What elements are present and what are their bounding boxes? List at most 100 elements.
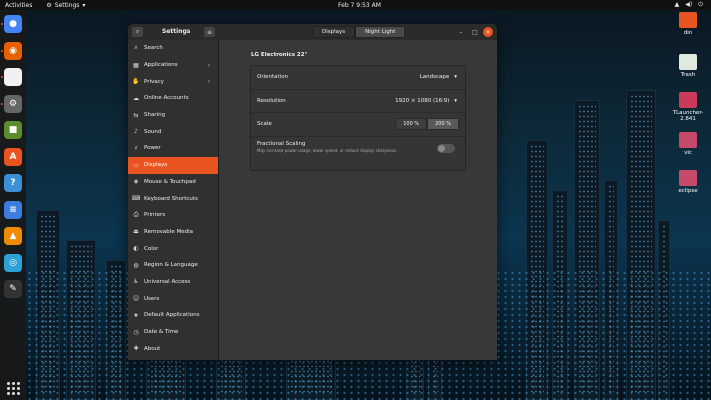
scale-label: Scale — [257, 121, 272, 128]
sidebar-item-label: Color — [144, 245, 159, 252]
header-bar: ⌕ Settings ≡ Displays Night Light – □ × — [128, 24, 497, 41]
firefox-icon[interactable]: ◉ — [4, 41, 22, 60]
sidebar-item-printers[interactable]: ⎙ Printers — [128, 207, 218, 224]
desktop-icon-label: TLauncher-2.841 — [672, 110, 704, 122]
sidebar-item-online-accounts[interactable]: ☁ Online Accounts — [128, 90, 218, 107]
sidebar-item-removable-media[interactable]: ⏏ Removable Media — [128, 224, 218, 241]
resolution-label: Resolution — [257, 97, 286, 104]
sidebar-item-label: Region & Language — [144, 262, 198, 269]
vlc-icon[interactable]: ▲ — [4, 227, 22, 245]
sidebar-item-icon: ⌕ — [134, 44, 138, 52]
desktop-icon[interactable]: TLauncher-2.841 — [668, 92, 708, 122]
sidebar-item-keyboard-shortcuts[interactable]: ⌨ Keyboard Shortcuts — [128, 190, 218, 207]
sidebar-item-region-language[interactable]: ◍ Region & Language — [128, 257, 218, 274]
fractional-scaling-label: Fractional Scaling — [257, 140, 306, 147]
sidebar-item-icon: ⎙ — [133, 211, 139, 219]
sidebar-item-label: Sharing — [144, 112, 166, 119]
sidebar-item-displays[interactable]: ▭ Displays — [128, 156, 218, 174]
sidebar-item-icon: ▦ — [133, 61, 139, 69]
system-tray[interactable]: ▲ ◀) ⏻ — [675, 1, 703, 9]
orientation-value: Landscape — [419, 74, 450, 81]
resolution-row[interactable]: Resolution 1920 × 1080 (16∶9) ▾ — [251, 90, 465, 113]
sidebar-item-icon: ⇆ — [133, 111, 139, 119]
sidebar-item-search[interactable]: ⌕ Search — [128, 40, 218, 57]
desktop-icon[interactable]: eclipse — [668, 170, 708, 194]
orientation-row[interactable]: Orientation Landscape ▾ — [251, 66, 465, 90]
sidebar-item-privacy[interactable]: ✋ Privacy › — [128, 73, 218, 90]
sidebar-item-label: Date & Time — [144, 329, 179, 336]
file-icon — [679, 12, 697, 28]
chrome-icon[interactable]: ● — [4, 15, 22, 33]
desktop-icon-label: vlc — [684, 150, 692, 156]
activities-button[interactable]: Activities — [5, 2, 32, 9]
sidebar-item-icon: ♿ — [133, 278, 139, 286]
text-editor-icon[interactable]: ≡ — [4, 200, 22, 219]
sidebar-item-users[interactable]: ☺ Users — [128, 290, 218, 307]
sidebar-item-color[interactable]: ◐ Color — [128, 240, 218, 257]
chevron-right-icon: › — [207, 78, 210, 86]
top-bar: Activities ⚙ Settings ▾ Feb 7 9:53 AM ▲ … — [0, 0, 711, 10]
app-menu[interactable]: ⚙ Settings ▾ — [46, 2, 85, 9]
file-icon — [679, 92, 697, 108]
software-icon[interactable]: A — [4, 147, 22, 166]
orientation-label: Orientation — [257, 74, 289, 81]
show-applications-button[interactable] — [6, 381, 20, 395]
desktop-icon[interactable]: din — [668, 12, 708, 36]
power-icon: ⏻ — [698, 1, 703, 8]
display-settings-list: Orientation Landscape ▾ Resolution 1920 ×… — [250, 65, 466, 171]
sidebar-item-sound[interactable]: ♪ Sound — [128, 123, 218, 140]
sidebar-item-about[interactable]: ✚ About — [128, 340, 218, 357]
sidebar-item-icon: ☺ — [132, 295, 140, 303]
files-icon[interactable] — [4, 68, 22, 86]
sidebar-item-label: Sound — [144, 128, 162, 135]
sidebar-item-mouse-touchpad[interactable]: ◈ Mouse & Touchpad — [128, 174, 218, 191]
desktop-icon[interactable]: Trash — [668, 54, 708, 78]
file-icon — [679, 132, 697, 148]
sidebar-item-sharing[interactable]: ⇆ Sharing — [128, 107, 218, 124]
sidebar-item-label: Search — [144, 45, 163, 52]
clock[interactable]: Feb 7 9:53 AM — [338, 2, 381, 9]
settings-window: ⌕ Settings ≡ Displays Night Light – □ × … — [128, 24, 497, 360]
hamburger-icon: ≡ — [206, 28, 213, 36]
maximize-button[interactable]: □ — [470, 27, 480, 37]
displays-panel: LG Electronics 22" Orientation Landscape… — [219, 40, 497, 360]
dock: ● ◉ ⚙ ■ A? ≡ ▲ ◎ ✎ — [0, 10, 26, 400]
search-button[interactable]: ⌕ — [132, 27, 143, 37]
sidebar-item-date-time[interactable]: ◷ Date & Time — [128, 324, 218, 341]
fractional-scaling-description: May increase power usage, lower speed, o… — [257, 147, 398, 153]
minimize-button[interactable]: – — [456, 27, 466, 37]
sidebar-item-applications[interactable]: ▦ Applications › — [128, 57, 218, 74]
fractional-scaling-toggle[interactable] — [437, 143, 455, 153]
menu-button[interactable]: ≡ — [204, 27, 215, 37]
desktop-icon[interactable]: vlc — [668, 132, 708, 156]
help-icon[interactable]: ? — [4, 174, 22, 192]
gedit-icon[interactable]: ◎ — [4, 253, 22, 272]
app-menu-label: Settings — [54, 1, 80, 9]
sidebar-item-label: Universal Access — [144, 278, 191, 285]
sidebar-item-power[interactable]: ⚡ Power — [128, 140, 218, 157]
settings-icon[interactable]: ⚙ — [4, 94, 22, 113]
sidebar-item-universal-access[interactable]: ♿ Universal Access — [128, 274, 218, 291]
resolution-value: 1920 × 1080 (16∶9) — [395, 97, 450, 104]
inkscape-icon[interactable]: ✎ — [4, 280, 22, 298]
scale-option-200[interactable]: 200 % — [427, 118, 459, 131]
minecraft-icon[interactable]: ■ — [4, 121, 22, 139]
chevron-right-icon: › — [207, 61, 210, 69]
monitor-name: LG Electronics 22" — [251, 52, 308, 58]
sidebar-item-label: Applications — [144, 62, 178, 69]
scale-option-100[interactable]: 100 % — [395, 118, 428, 131]
tab-night-light[interactable]: Night Light — [355, 26, 406, 38]
sidebar-item-icon: ✚ — [133, 345, 139, 353]
gear-icon: ⚙ — [46, 1, 52, 9]
sidebar-item-label: Displays — [144, 162, 168, 169]
sidebar-item-default-applications[interactable]: ★ Default Applications — [128, 307, 218, 324]
tab-displays[interactable]: Displays — [312, 26, 356, 38]
close-button[interactable]: × — [483, 27, 493, 37]
sidebar-item-label: Privacy — [144, 78, 164, 85]
sidebar-item-label: Printers — [144, 212, 166, 219]
sidebar-item-icon: ⏏ — [133, 228, 139, 236]
sidebar-item-icon: ◐ — [133, 245, 139, 253]
running-indicator — [1, 23, 3, 25]
sidebar-item-label: Power — [144, 145, 161, 152]
sidebar-item-icon: ◷ — [133, 328, 139, 336]
